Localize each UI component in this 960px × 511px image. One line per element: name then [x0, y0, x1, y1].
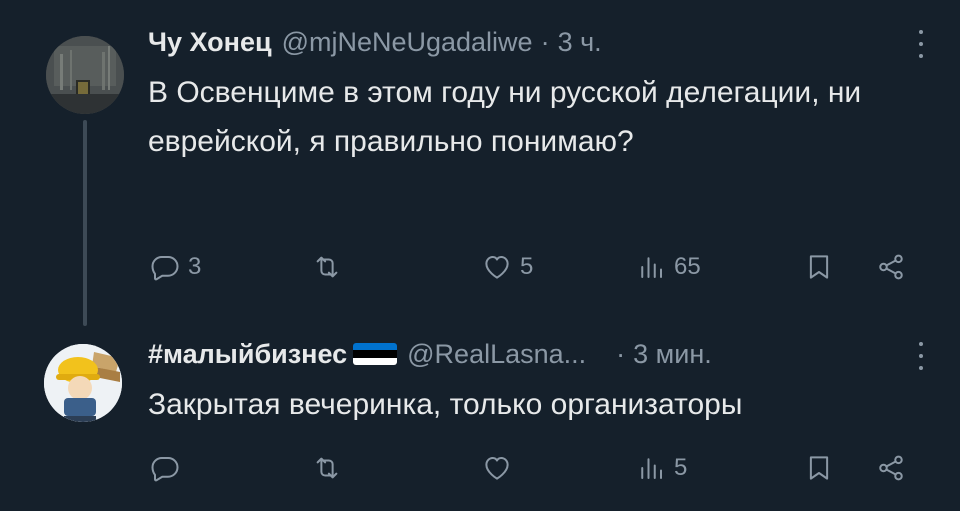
heart-icon — [485, 256, 509, 279]
separator: · — [540, 26, 550, 57]
timestamp[interactable]: 3 ч. — [558, 27, 602, 58]
view-count: 65 — [674, 253, 701, 280]
author-name[interactable]: #малыйбизнес — [148, 339, 347, 370]
author-handle[interactable]: @RealLasna... — [407, 339, 586, 370]
tweet-reply[interactable]: #малыйбизнес @RealLasna... · 3 мин. Закр… — [0, 330, 960, 511]
more-icon[interactable] — [916, 30, 926, 58]
author-name[interactable]: Чу Хонец — [148, 27, 272, 58]
like-button[interactable] — [482, 448, 512, 488]
more-icon[interactable] — [916, 342, 926, 370]
avatar[interactable] — [44, 344, 122, 422]
tweet-parent[interactable]: Чу Хонец @mjNeNeUgadaliwe · 3 ч. В Освен… — [0, 0, 960, 330]
author-handle[interactable]: @mjNeNeUgadaliwe — [282, 27, 533, 58]
retweet-icon — [316, 457, 338, 479]
views-button[interactable]: 65 — [636, 247, 701, 287]
views-icon — [641, 458, 662, 479]
views-button[interactable]: 5 — [636, 448, 687, 488]
thread-line — [83, 120, 87, 326]
tweet-text: В Освенциме в этом году ни русской делег… — [148, 76, 862, 158]
bookmark-button[interactable] — [804, 448, 834, 488]
reply-count: 3 — [188, 253, 202, 280]
heart-icon — [485, 457, 509, 480]
share-button[interactable] — [876, 247, 906, 287]
action-bar: 3 5 65 — [0, 247, 960, 287]
reply-icon — [151, 457, 179, 482]
cartoon-character-avatar — [44, 344, 122, 422]
reply-button[interactable]: 3 — [150, 247, 201, 287]
timestamp[interactable]: 3 мин. — [633, 339, 712, 370]
action-bar: 5 — [0, 448, 960, 488]
bookmark-icon — [809, 456, 829, 480]
view-count: 5 — [674, 454, 688, 481]
like-button[interactable]: 5 — [482, 247, 533, 287]
bookmark-icon — [809, 255, 829, 279]
share-icon — [879, 455, 903, 481]
reply-icon — [151, 256, 179, 281]
dark-photo-avatar — [46, 36, 124, 114]
reply-button[interactable] — [150, 448, 180, 488]
retweet-button[interactable] — [312, 448, 342, 488]
separator: · — [616, 338, 626, 369]
retweet-icon — [316, 256, 338, 278]
share-button[interactable] — [876, 448, 906, 488]
like-count: 5 — [520, 253, 534, 280]
views-icon — [641, 257, 662, 278]
estonia-flag-icon — [353, 343, 398, 365]
tweet-text: Закрытая вечеринка, только организаторы — [148, 388, 743, 421]
tweet-header: Чу Хонец @mjNeNeUgadaliwe · 3 ч. — [148, 22, 602, 62]
tweet-header: #малыйбизнес @RealLasna... · 3 мин. — [148, 334, 712, 374]
share-icon — [879, 254, 903, 280]
retweet-button[interactable] — [312, 247, 342, 287]
avatar[interactable] — [46, 36, 124, 114]
bookmark-button[interactable] — [804, 247, 834, 287]
